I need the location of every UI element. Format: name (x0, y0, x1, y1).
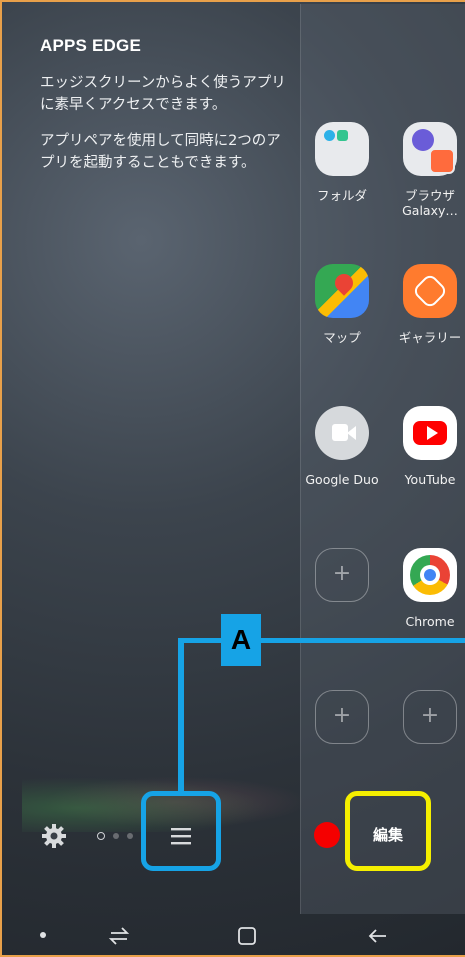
panel-description-1: エッジスクリーンからよく使うアプリに素早くアクセスできます。 (40, 75, 286, 113)
app-label: Google Duo (305, 472, 379, 487)
google-duo-icon (315, 406, 369, 460)
gallery-icon (403, 264, 457, 318)
nav-dot-icon[interactable] (40, 932, 46, 938)
app-label: ギャラリー (398, 330, 462, 345)
settings-button[interactable] (38, 820, 70, 852)
add-app-icon (315, 690, 369, 744)
app-samsung-internet[interactable]: ブラウザ Galaxy… (390, 122, 465, 218)
add-app-slot[interactable] (302, 548, 382, 602)
screen: APPS EDGE エッジスクリーンからよく使うアプリに素早くアクセスできます。… (0, 0, 465, 957)
app-gallery[interactable]: ギャラリー (390, 264, 465, 346)
folder-icon (315, 122, 369, 176)
add-app-slot[interactable] (390, 690, 465, 744)
add-app-slot[interactable] (302, 690, 382, 744)
app-label: Chrome (405, 614, 455, 629)
app-chrome[interactable]: Chrome (390, 548, 465, 630)
app-maps[interactable]: マップ (302, 264, 382, 346)
app-google-duo[interactable]: Google Duo (302, 406, 382, 488)
recent-apps-icon[interactable] (107, 924, 131, 948)
chrome-icon (403, 548, 457, 602)
app-label: マップ (323, 330, 361, 345)
youtube-icon (403, 406, 457, 460)
annotation-badge-a: A (221, 614, 261, 666)
annotation-highlight-edit (345, 791, 431, 871)
home-icon[interactable] (235, 924, 259, 948)
add-app-icon (403, 690, 457, 744)
page-indicator (97, 832, 141, 842)
page-dot (113, 833, 119, 839)
page-dot (127, 833, 133, 839)
back-icon[interactable] (366, 924, 390, 948)
app-label: YouTube (404, 472, 456, 487)
gear-icon (42, 824, 66, 848)
panel-title: APPS EDGE (40, 36, 141, 55)
annotation-highlight-menu (141, 791, 221, 871)
samsung-internet-icon (403, 122, 457, 176)
page-dot-active (97, 832, 105, 840)
navigation-bar (2, 914, 465, 955)
google-maps-icon (315, 264, 369, 318)
app-label: フォルダ (316, 188, 367, 203)
app-label-line1: ブラウザ (404, 188, 455, 203)
annotation-line (178, 638, 184, 794)
add-app-icon (315, 548, 369, 602)
app-youtube[interactable]: YouTube (390, 406, 465, 488)
panel-description-2: アプリペアを使用して同時に2つのアプリを起動することもできます。 (40, 133, 281, 171)
app-folder[interactable]: フォルダ (302, 122, 382, 204)
app-label-line2: Galaxy… (402, 203, 458, 218)
annotation-red-dot (314, 822, 340, 848)
